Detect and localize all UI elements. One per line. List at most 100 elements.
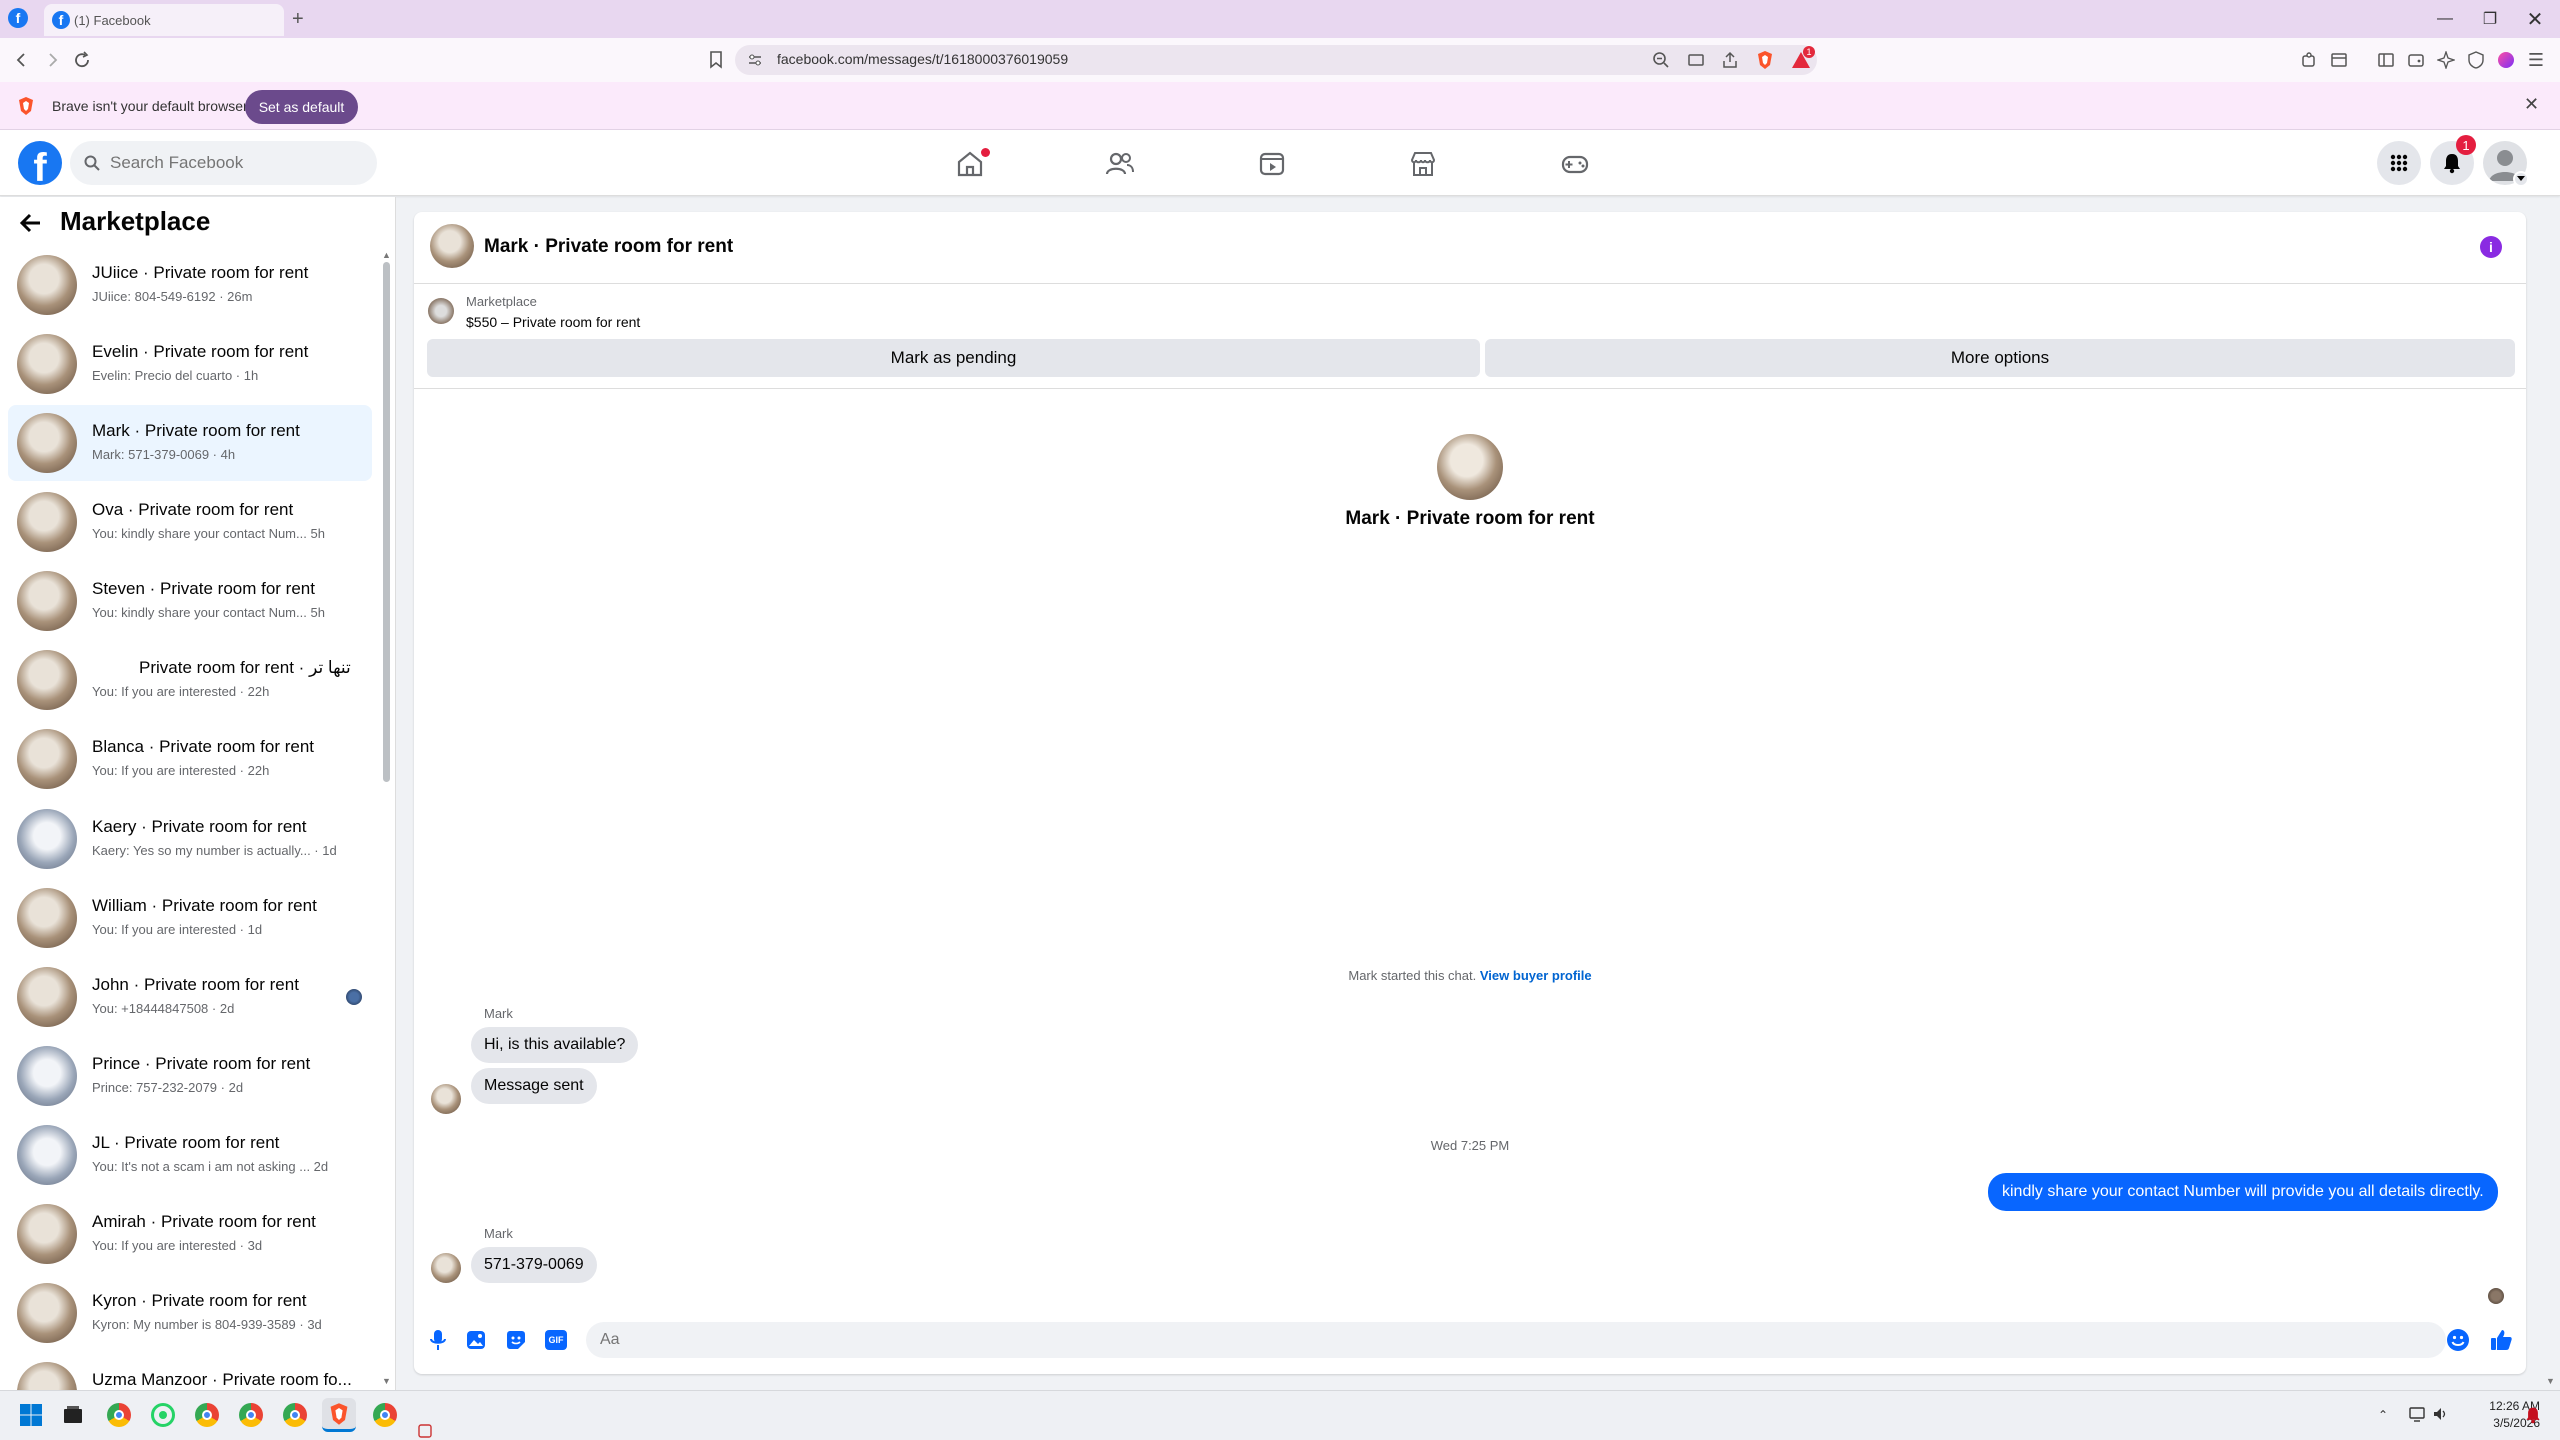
zoom-icon[interactable]: [1647, 46, 1675, 74]
default-browser-infobar: [0, 82, 2560, 130]
conversation-item[interactable]: William · Private room for rent You: If …: [8, 880, 372, 956]
emoji-icon[interactable]: [2444, 1326, 2472, 1354]
chat-title[interactable]: Mark · Private room for rent: [484, 236, 733, 258]
brave-rewards-icon[interactable]: 1: [1787, 46, 1815, 74]
scroll-up-arrow-icon[interactable]: ▲: [382, 250, 391, 260]
incoming-message[interactable]: Message sent: [471, 1068, 597, 1104]
chrome-profile-icon[interactable]: [278, 1398, 312, 1432]
tab-title: (1) Facebook: [74, 12, 151, 28]
back-arrow-icon[interactable]: [18, 210, 44, 236]
profile-icon[interactable]: [2492, 46, 2520, 74]
message-input[interactable]: [598, 1322, 2398, 1358]
reload-icon[interactable]: [68, 46, 96, 74]
nav-home-tab[interactable]: [920, 140, 1020, 188]
network-icon[interactable]: [2408, 1406, 2426, 1422]
close-window-icon[interactable]: ✕: [2515, 6, 2555, 32]
leo-ai-icon[interactable]: [2432, 46, 2460, 74]
conversation-item-selected[interactable]: Mark · Private room for rent Mark: 571-3…: [8, 405, 372, 481]
page-scroll-down-icon[interactable]: ▼: [2546, 1376, 2555, 1386]
close-infobar-icon[interactable]: ✕: [2524, 94, 2539, 115]
facebook-search-input[interactable]: [108, 141, 368, 185]
chat-header-avatar[interactable]: [430, 224, 474, 268]
divider: [414, 283, 2526, 284]
sender-name: Mark: [484, 1226, 513, 1241]
notification-bell-icon[interactable]: [2524, 1406, 2542, 1424]
conversation-item[interactable]: JL · Private room for rent You: It's not…: [8, 1117, 372, 1193]
browser-tab[interactable]: f (1) Facebook: [44, 4, 284, 36]
incoming-message[interactable]: Hi, is this available?: [471, 1027, 639, 1063]
outgoing-message[interactable]: kindly share your contact Number will pr…: [1988, 1173, 2498, 1211]
notification-badge: 1: [2456, 135, 2476, 155]
mark-as-pending-button[interactable]: Mark as pending: [427, 339, 1480, 377]
listing-price[interactable]: $550 – Private room for rent: [466, 314, 640, 330]
listing-thumbnail[interactable]: [428, 298, 454, 324]
like-thumbs-up-icon[interactable]: [2487, 1326, 2515, 1354]
conversation-item[interactable]: John · Private room for rent You: +18444…: [8, 959, 372, 1035]
task-view-icon[interactable]: [56, 1398, 90, 1432]
extensions-icon[interactable]: [2295, 46, 2323, 74]
chrome-profile-icon[interactable]: [190, 1398, 224, 1432]
conversation-item[interactable]: Amirah · Private room for rent You: If y…: [8, 1196, 372, 1272]
conversation-item[interactable]: Ova · Private room for rent You: kindly …: [8, 484, 372, 560]
tray-overflow-chevron-up-icon[interactable]: ⌃: [2378, 1408, 2388, 1422]
conversation-item[interactable]: Uzma Manzoor · Private room fo...: [8, 1354, 372, 1390]
url-text[interactable]: facebook.com/messages/t/1618000376019059: [777, 51, 1068, 67]
sender-avatar[interactable]: [431, 1253, 461, 1283]
conversation-info-icon[interactable]: i: [2480, 236, 2502, 258]
view-buyer-profile-link[interactable]: View buyer profile: [1480, 968, 1592, 983]
nav-video-tab[interactable]: [1222, 140, 1322, 188]
app-icon[interactable]: [418, 1424, 432, 1438]
chrome-icon[interactable]: [102, 1398, 136, 1432]
forward-icon[interactable]: [38, 46, 66, 74]
scrollbar-thumb[interactable]: [383, 262, 390, 782]
sticker-icon[interactable]: [502, 1326, 530, 1354]
conversation-item[interactable]: Evelin · Private room for rent Evelin: P…: [8, 326, 372, 402]
conversation-item[interactable]: Private room for rent · تنها تر You: If …: [8, 642, 372, 718]
gif-icon[interactable]: GIF: [542, 1326, 570, 1354]
brave-taskbar-icon[interactable]: [322, 1398, 356, 1432]
brave-shield-icon[interactable]: f: [8, 8, 28, 28]
restore-icon[interactable]: ❐: [2470, 6, 2510, 32]
conversation-item[interactable]: JUiice · Private room for rent JUiice: 8…: [8, 247, 372, 323]
nav-friends-tab[interactable]: [1070, 140, 1170, 188]
facebook-logo[interactable]: f: [18, 141, 62, 185]
chrome-profile-icon[interactable]: [234, 1398, 268, 1432]
account-chevron-down-icon[interactable]: [2513, 171, 2529, 187]
more-options-button[interactable]: More options: [1485, 339, 2515, 377]
cast-icon[interactable]: [1682, 46, 1710, 74]
conversation-title: JUiice · Private room for rent: [92, 263, 309, 282]
conversation-item[interactable]: Blanca · Private room for rent You: If y…: [8, 721, 372, 797]
conversation-item[interactable]: Prince · Private room for rent Prince: 7…: [8, 1038, 372, 1114]
conversation-item[interactable]: Kaery · Private room for rent Kaery: Yes…: [8, 801, 372, 877]
bookmark-icon[interactable]: [702, 46, 730, 74]
brave-shields-icon[interactable]: [1751, 46, 1779, 74]
sidebar-toggle-icon[interactable]: [2372, 46, 2400, 74]
conversation-title: Amirah · Private room for rent: [92, 1212, 316, 1231]
conversation-item[interactable]: Steven · Private room for rent You: kind…: [8, 563, 372, 639]
site-settings-icon[interactable]: [747, 52, 763, 68]
vpn-icon[interactable]: [2462, 46, 2490, 74]
profile-avatar[interactable]: [1437, 434, 1503, 500]
scroll-down-arrow-icon[interactable]: ▼: [382, 1376, 391, 1386]
menu-icon[interactable]: ☰: [2522, 46, 2550, 74]
nav-marketplace-tab[interactable]: [1373, 140, 1473, 188]
rewards-badge: 1: [1803, 46, 1815, 58]
new-tab-icon[interactable]: +: [292, 8, 304, 31]
nav-gaming-tab[interactable]: [1525, 140, 1625, 188]
conversation-item[interactable]: Kyron · Private room for rent Kyron: My …: [8, 1275, 372, 1351]
menu-grid-button[interactable]: [2377, 141, 2421, 185]
volume-icon[interactable]: [2432, 1406, 2448, 1422]
share-icon[interactable]: [1716, 46, 1744, 74]
whatsapp-icon[interactable]: [146, 1398, 180, 1432]
set-default-button[interactable]: Set as default: [245, 90, 358, 124]
incoming-message[interactable]: 571-379-0069: [471, 1247, 597, 1283]
minimize-icon[interactable]: —: [2425, 6, 2465, 32]
chrome-profile-icon[interactable]: [368, 1398, 402, 1432]
microphone-icon[interactable]: [424, 1326, 452, 1354]
reading-list-icon[interactable]: [2325, 46, 2353, 74]
sender-avatar[interactable]: [431, 1084, 461, 1114]
windows-start-icon[interactable]: [14, 1398, 48, 1432]
back-icon[interactable]: [8, 46, 36, 74]
wallet-icon[interactable]: [2402, 46, 2430, 74]
photo-icon[interactable]: [462, 1326, 490, 1354]
